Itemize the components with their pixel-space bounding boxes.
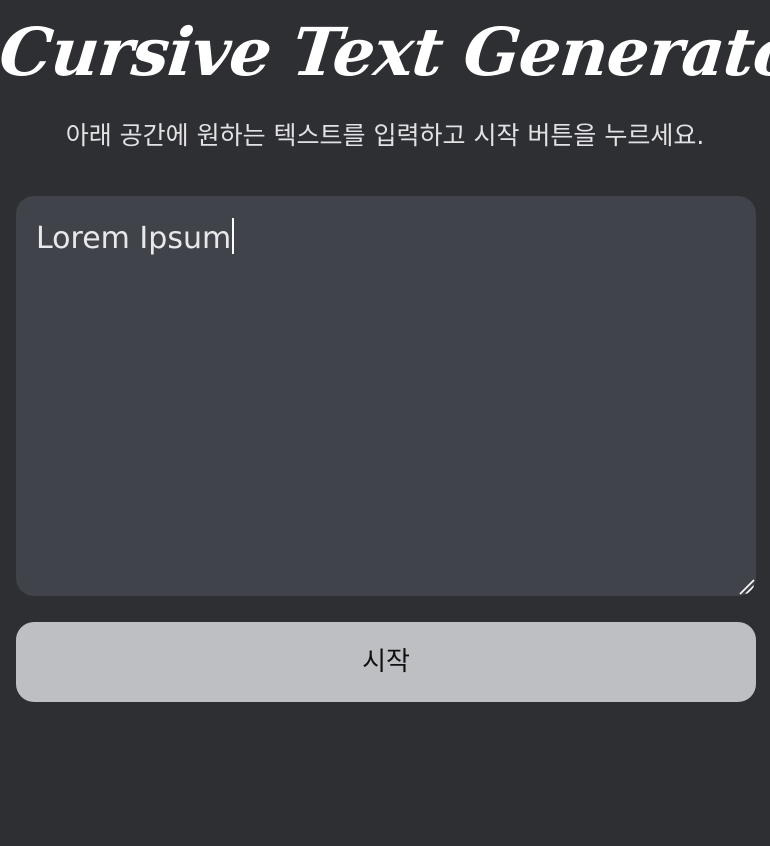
text-caret <box>232 218 235 254</box>
start-button[interactable]: 시작 <box>16 622 756 702</box>
instructions-text: 아래 공간에 원하는 텍스트를 입력하고 시작 버튼을 누르세요. <box>65 121 705 150</box>
text-input-value: Lorem Ipsum <box>36 221 232 256</box>
page: Cursive Text Generator 아래 공간에 원하는 텍스트를 입… <box>0 0 770 846</box>
text-input-area[interactable]: Lorem Ipsum <box>16 196 756 596</box>
text-input-content[interactable]: Lorem Ipsum <box>36 216 736 262</box>
page-title: Cursive Text Generator <box>0 13 770 91</box>
resize-grip-icon[interactable] <box>738 578 756 596</box>
